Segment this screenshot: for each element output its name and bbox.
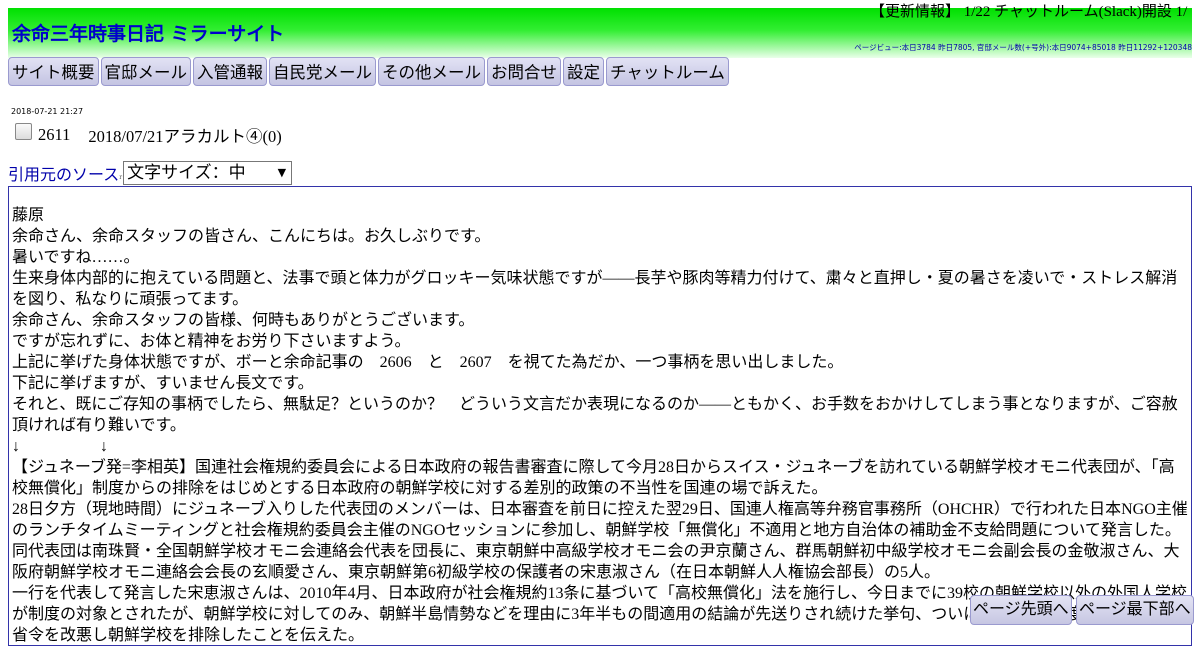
article-line: ↓ ↓ [12, 438, 109, 455]
update-info[interactable]: 【更新情報】 1/22 チャットルーム(Slack)開設 1/ [870, 0, 1187, 21]
source-link[interactable]: 引用元のソース [8, 161, 119, 185]
site-header: 余命三年時事日記 ミラーサイト 【更新情報】 1/22 チャットルーム(Slac… [8, 4, 1192, 58]
page-bottom-button[interactable]: ページ最下部へ [1076, 595, 1194, 625]
nav-tab-other-mail[interactable]: その他メール [378, 57, 485, 86]
page-top-button[interactable]: ページ先頭へ [970, 595, 1072, 625]
article-line: 生来身体内部的に抱えている問題と、法事で頭と体力がグロッキー気味状態ですが――長… [12, 270, 1178, 308]
nav-tab-chatroom[interactable]: チャットルーム [606, 57, 729, 86]
article-line: 余命さん、余命スタッフの皆さん、こんにちは。お久しぶりです。 [12, 228, 491, 245]
article-body: 藤原 余命さん、余命スタッフの皆さん、こんにちは。お久しぶりです。 暑いですね…… [8, 186, 1192, 646]
nav-tab-overview[interactable]: サイト概要 [8, 57, 99, 86]
article-line: 【ジュネーブ発=李相英】国連社会権規約委員会による日本政府の報告書審査に際して今… [12, 459, 1175, 497]
post-number: 2611 [38, 124, 71, 144]
nav-tab-kantei-mail[interactable]: 官邸メール [100, 57, 191, 86]
article-line: 藤原 [12, 207, 45, 224]
main-nav: サイト概要 官邸メール 入管通報 自民党メール その他メール お問合せ 設定 チ… [8, 57, 731, 87]
dropdown-arrow-icon: ▼ [277, 166, 287, 179]
nav-tab-ldp-mail[interactable]: 自民党メール [269, 57, 376, 86]
site-title-link[interactable]: 余命三年時事日記 ミラーサイト [12, 19, 284, 46]
source-row: 引用元のソース r 文字サイズ：中 ▼ [8, 161, 293, 185]
external-link-icon: r [119, 173, 123, 181]
font-size-select[interactable]: 文字サイズ：中 ▼ [123, 161, 293, 185]
article-line: 上記に挙げた身体状態ですが、ボーと余命記事の 2606 と 2607 を視てた為… [12, 354, 844, 371]
article-line: それと、既にご存知の事柄でしたら、無駄足？というのか？ どういう文言だか表現にな… [12, 396, 1178, 434]
post-timestamp: 2018-07-21 21:27 [11, 107, 84, 116]
article-line: 28日夕方（現地時間）にジュネーブ入りした代表団のメンバーは、日本審査を前日に控… [12, 501, 1188, 539]
nav-tab-settings[interactable]: 設定 [563, 57, 604, 86]
font-size-select-value: 文字サイズ：中 [127, 163, 246, 183]
post-checkbox[interactable] [15, 122, 32, 140]
article-line: 暑いですね……。 [12, 249, 140, 266]
post-title: 2018/07/21アラカルト④(0) [88, 126, 282, 146]
article-line: ですが忘れずに、お体と精神をお労り下さいますよう。 [12, 333, 411, 350]
article-line: 同代表団は南珠賢・全国朝鮮学校オモニ会連絡会代表を団長に、東京朝鮮中高級学校オモ… [12, 543, 1180, 581]
nav-tab-immigration-report[interactable]: 入管通報 [193, 57, 267, 86]
article-line: 余命さん、余命スタッフの皆様、何時もありがとうございます。 [12, 312, 475, 329]
article-line: 下記に挙げますが、すいません長文です。 [12, 375, 314, 392]
post-heading: 2611 2018/07/21アラカルト④(0) [15, 121, 282, 146]
nav-tab-contact[interactable]: お問合せ [487, 57, 561, 86]
pageview-counter: ページビュー:本日3784 昨日7805, 官邸メール数(+号外):本日9074… [854, 43, 1192, 52]
